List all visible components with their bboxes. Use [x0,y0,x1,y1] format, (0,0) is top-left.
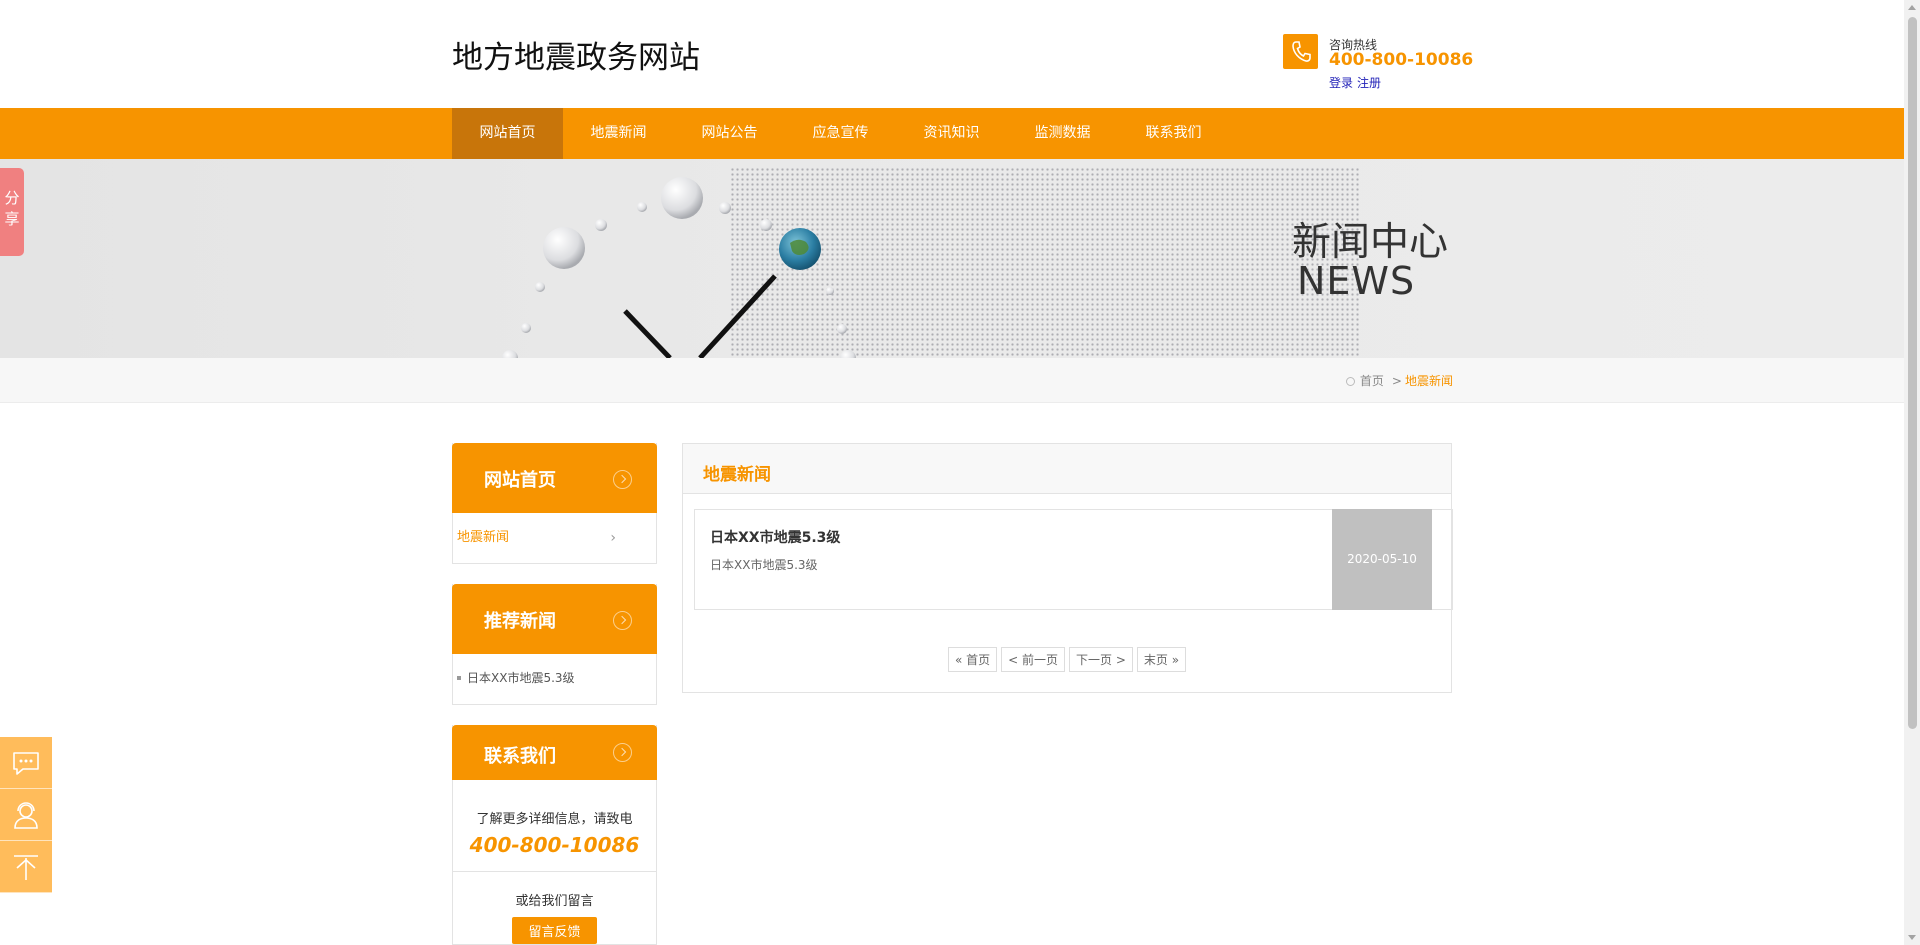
nav-item-contact[interactable]: 联系我们 [1118,108,1229,159]
breadcrumb-bar: 首页 > 地震新闻 [0,358,1904,403]
category-box: 网站首页 地震新闻 › [452,443,657,564]
news-list-panel: 地震新闻 日本XX市地震5.3级 日本XX市地震5.3级 2020-05-10 … [682,443,1453,693]
breadcrumb-current[interactable]: 地震新闻 [1405,374,1453,388]
bullet-icon [457,676,461,680]
pager-next[interactable]: 下一页 > [1069,647,1133,672]
floating-toolbar [0,737,52,893]
news-list-title: 地震新闻 [703,465,771,485]
chevron-right-icon: › [610,530,616,546]
news-title[interactable]: 日本XX市地震5.3级 [710,527,840,547]
contact-box-header: 联系我们 [452,725,657,780]
recommend-news-item[interactable]: 日本XX市地震5.3级 [453,654,656,704]
recommend-news-title: 日本XX市地震5.3级 [467,671,575,685]
pager-prev[interactable]: < 前一页 [1001,647,1065,672]
news-date: 2020-05-10 [1332,509,1432,610]
chevron-right-circle-icon [613,611,632,630]
pagination: « 首页 < 前一页 下一页 > 末页 » [683,647,1451,672]
sidebar-item-label: 地震新闻 [457,530,510,545]
contact-tel: 400-800-10086 [469,833,640,857]
customer-service-icon [14,802,38,829]
site-title[interactable]: 地方地震政务网站 [452,32,700,77]
nav-item-earthquake-news[interactable]: 地震新闻 [563,108,674,159]
share-tab[interactable]: 分享 [0,168,24,256]
contact-box: 联系我们 了解更多详细信息，请致电 400-800-10086 或给我们留言 留… [452,725,657,945]
message-prompt: 或给我们留言 [515,894,594,909]
auth-links: 登录 注册 [1329,74,1385,91]
sidebar: 网站首页 地震新闻 › 推荐新闻 日本XX市地震5.3级 联系我们 了解更多详细… [452,443,657,945]
news-desc: 日本XX市地震5.3级 [710,558,818,572]
scroll-down-icon[interactable] [1908,935,1916,940]
chat-button[interactable] [0,737,52,789]
register-link[interactable]: 注册 [1357,76,1381,90]
category-box-title[interactable]: 网站首页 [484,466,556,492]
breadcrumb-home[interactable]: 首页 [1360,374,1384,388]
contact-box-title: 联系我们 [484,746,556,767]
pager-last[interactable]: 末页 » [1136,647,1187,672]
chevron-right-circle-icon [613,743,632,762]
news-list-header: 地震新闻 [683,444,1451,494]
recommend-box-header: 推荐新闻 [452,584,657,654]
banner-subtitle: NEWS [1297,259,1416,303]
list-item[interactable]: 日本XX市地震5.3级 日本XX市地震5.3级 2020-05-10 [694,509,1453,610]
pager-first[interactable]: « 首页 [947,647,998,672]
scrollbar-thumb[interactable] [1908,17,1917,729]
contact-prompt: 了解更多详细信息，请致电 [476,812,633,827]
back-to-top-icon [14,855,38,880]
sidebar-item-earthquake-news[interactable]: 地震新闻 › [453,513,656,563]
phone-icon [1283,34,1318,69]
breadcrumb: 首页 > 地震新闻 [1345,372,1453,389]
site-header: 地方地震政务网站 咨询热线 400-800-10086 登录 注册 [0,0,1904,108]
hotline-number: 400-800-10086 [1329,50,1474,70]
scroll-up-icon[interactable] [1908,5,1916,10]
breadcrumb-separator: > [1391,374,1402,388]
clock-spheres-illustration [502,177,856,358]
nav-item-announcements[interactable]: 网站公告 [674,108,785,159]
scrollbar[interactable] [1904,0,1920,945]
login-link[interactable]: 登录 [1329,76,1353,90]
contact-body: 了解更多详细信息，请致电 400-800-10086 或给我们留言 留言反馈 [453,780,656,944]
category-box-header: 网站首页 [452,443,657,513]
chat-icon [13,752,39,775]
recommend-box: 推荐新闻 日本XX市地震5.3级 [452,584,657,705]
nav-item-emergency[interactable]: 应急宣传 [785,108,896,159]
chevron-right-circle-icon [613,470,632,489]
customer-service-button[interactable] [0,789,52,841]
main-nav: 网站首页 地震新闻 网站公告 应急宣传 资讯知识 监测数据 联系我们 [0,108,1904,159]
feedback-button[interactable]: 留言反馈 [512,917,597,944]
recommend-box-title: 推荐新闻 [484,611,556,632]
back-to-top-button[interactable] [0,841,52,893]
home-icon [1345,377,1355,386]
nav-item-knowledge[interactable]: 资讯知识 [896,108,1007,159]
banner: 新闻中心 NEWS [0,159,1904,358]
nav-item-home[interactable]: 网站首页 [452,108,563,159]
nav-item-monitoring[interactable]: 监测数据 [1007,108,1118,159]
